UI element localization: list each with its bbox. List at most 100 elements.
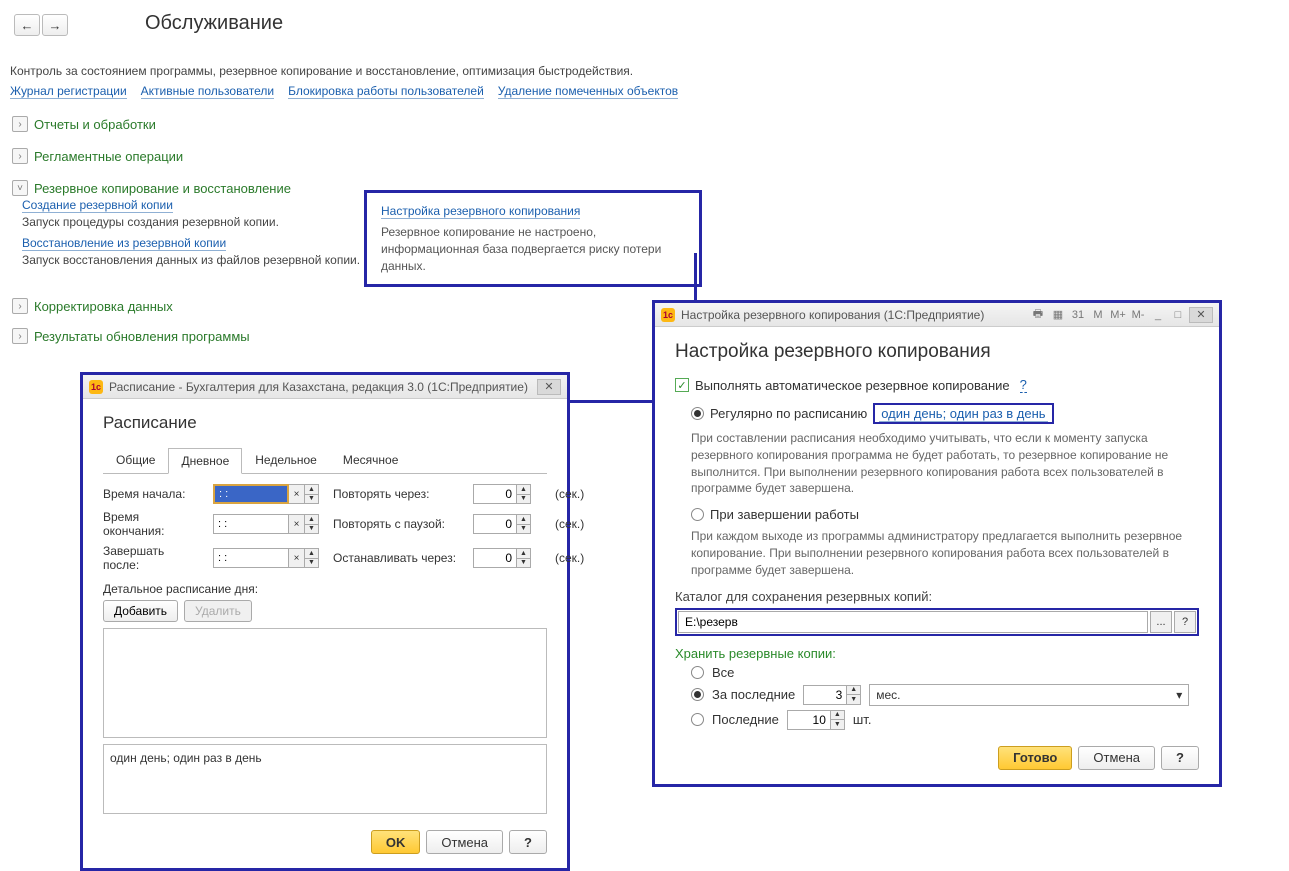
minimize-icon[interactable]: _	[1149, 307, 1167, 323]
label-auto-backup: Выполнять автоматическое резервное копир…	[695, 378, 1010, 393]
app-icon: 1c	[661, 308, 675, 322]
help-button[interactable]: ?	[1161, 746, 1199, 770]
tab-daily[interactable]: Дневное	[168, 448, 242, 474]
radio-schedule[interactable]	[691, 407, 704, 420]
label-repeat-every: Повторять через:	[333, 487, 463, 501]
print-icon[interactable]: 🖶	[1029, 307, 1047, 323]
callout-text: Резервное копирование не настроено, инфо…	[381, 224, 685, 274]
link-backup-settings[interactable]: Настройка резервного копирования	[381, 204, 580, 219]
desc-create-backup: Запуск процедуры создания резервной копи…	[22, 215, 279, 229]
label-sec1: (сек.)	[555, 487, 595, 501]
spin-down[interactable]: ▼	[831, 720, 844, 729]
input-repeat-pause[interactable]	[473, 514, 517, 534]
radio-keep-all[interactable]	[691, 666, 704, 679]
titlebar-settings: 1c Настройка резервного копирования (1С:…	[655, 303, 1219, 327]
close-icon[interactable]: ✕	[537, 379, 561, 395]
expand-reglament[interactable]: ›	[12, 148, 28, 164]
browse-button[interactable]: ...	[1150, 611, 1172, 633]
input-end-time[interactable]	[213, 514, 289, 534]
label-sec2: (сек.)	[555, 517, 595, 531]
summary-box: один день; один раз в день	[103, 744, 547, 814]
mminus-icon[interactable]: M-	[1129, 307, 1147, 323]
link-delete-marked[interactable]: Удаление помеченных объектов	[498, 84, 678, 99]
tab-monthly[interactable]: Месячное	[330, 447, 412, 473]
input-stop-after[interactable]	[473, 548, 517, 568]
spin-down[interactable]: ▼	[847, 695, 860, 704]
link-restore-backup[interactable]: Восстановление из резервной копии	[22, 236, 226, 251]
input-finish-after[interactable]	[213, 548, 289, 568]
note-schedule: При составлении расписания необходимо уч…	[691, 430, 1199, 497]
label-keep-count: Последние	[712, 712, 779, 727]
ok-button[interactable]: OK	[371, 830, 421, 854]
titlebar-schedule: 1c Расписание - Бухгалтерия для Казахста…	[83, 375, 567, 399]
help-auto-backup[interactable]: ?	[1020, 377, 1027, 393]
label-keep-all: Все	[712, 665, 734, 680]
input-start-time[interactable]	[213, 484, 289, 504]
nav-forward[interactable]: →	[42, 14, 68, 36]
link-schedule[interactable]: один день; один раз в день	[879, 406, 1047, 422]
clear-finish[interactable]: ×	[289, 548, 305, 568]
calc-icon[interactable]: ▦	[1049, 307, 1067, 323]
help-button[interactable]: ?	[509, 830, 547, 854]
dialog-backup-settings: 1c Настройка резервного копирования (1С:…	[652, 300, 1222, 787]
calendar-icon[interactable]: 31	[1069, 307, 1087, 323]
close-icon[interactable]: ✕	[1189, 307, 1213, 323]
detailed-listbox[interactable]	[103, 628, 547, 738]
link-journal[interactable]: Журнал регистрации	[10, 84, 127, 99]
dialog-schedule: 1c Расписание - Бухгалтерия для Казахста…	[80, 372, 570, 871]
input-catalog-path[interactable]	[678, 611, 1148, 633]
expand-reports[interactable]: ›	[12, 116, 28, 132]
nav-back[interactable]: ←	[14, 14, 40, 36]
section-correct[interactable]: Корректировка данных	[34, 299, 173, 314]
link-create-backup[interactable]: Создание резервной копии	[22, 198, 173, 213]
add-button[interactable]: Добавить	[103, 600, 178, 622]
spin-up[interactable]: ▲	[847, 686, 860, 696]
label-radio-schedule: Регулярно по расписанию	[710, 406, 867, 421]
label-finish-after: Завершать после:	[103, 544, 203, 572]
m-icon[interactable]: M	[1089, 307, 1107, 323]
help-catalog[interactable]: ?	[1174, 611, 1196, 633]
mplus-icon[interactable]: M+	[1109, 307, 1127, 323]
section-update[interactable]: Результаты обновления программы	[34, 329, 250, 344]
label-keep-count-unit: шт.	[853, 712, 872, 727]
select-keep-unit[interactable]: мес.▾	[869, 684, 1189, 706]
expand-update[interactable]: ›	[12, 328, 28, 344]
clear-end[interactable]: ×	[289, 514, 305, 534]
label-sec3: (сек.)	[555, 551, 595, 565]
top-links: Журнал регистрации Активные пользователи…	[10, 84, 678, 99]
label-keep-recent: За последние	[712, 687, 795, 702]
label-keep: Хранить резервные копии:	[675, 646, 1199, 661]
delete-button: Удалить	[184, 600, 252, 622]
maximize-icon[interactable]: □	[1169, 307, 1187, 323]
spin-up[interactable]: ▲	[831, 711, 844, 721]
cancel-button[interactable]: Отмена	[1078, 746, 1155, 770]
desc-restore-backup: Запуск восстановления данных из файлов р…	[22, 253, 360, 267]
clear-start[interactable]: ×	[289, 484, 305, 504]
page-subtitle: Контроль за состоянием программы, резерв…	[10, 64, 633, 78]
section-backup[interactable]: Резервное копирование и восстановление	[34, 181, 291, 196]
link-active-users[interactable]: Активные пользователи	[141, 84, 274, 99]
link-block-users[interactable]: Блокировка работы пользователей	[288, 84, 484, 99]
app-icon: 1c	[89, 380, 103, 394]
input-keep-recent-value[interactable]	[803, 685, 847, 705]
tab-weekly[interactable]: Недельное	[242, 447, 330, 473]
connector	[569, 400, 654, 403]
label-radio-onclose: При завершении работы	[710, 507, 859, 522]
radio-keep-recent[interactable]	[691, 688, 704, 701]
label-catalog: Каталог для сохранения резервных копий:	[675, 589, 1199, 604]
settings-heading: Настройка резервного копирования	[675, 341, 1199, 363]
radio-onclose[interactable]	[691, 508, 704, 521]
section-reglament[interactable]: Регламентные операции	[34, 149, 183, 164]
expand-correct[interactable]: ›	[12, 298, 28, 314]
checkbox-auto-backup[interactable]: ✓	[675, 378, 689, 392]
input-repeat-every[interactable]	[473, 484, 517, 504]
radio-keep-count[interactable]	[691, 713, 704, 726]
tab-common[interactable]: Общие	[103, 447, 168, 473]
done-button[interactable]: Готово	[998, 746, 1072, 770]
section-reports[interactable]: Отчеты и обработки	[34, 117, 156, 132]
cancel-button[interactable]: Отмена	[426, 830, 503, 854]
label-stop-after: Останавливать через:	[333, 551, 463, 565]
collapse-backup[interactable]: ˅	[12, 180, 28, 196]
page-title: Обслуживание	[145, 12, 283, 35]
input-keep-count-value[interactable]	[787, 710, 831, 730]
